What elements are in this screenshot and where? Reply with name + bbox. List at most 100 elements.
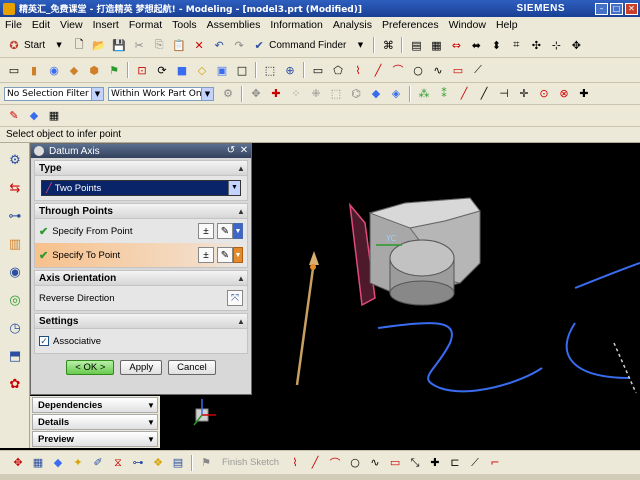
specify-from-point-row[interactable]: ✔ Specify From Point ± ✎ ▼ xyxy=(35,219,247,243)
orient-icon[interactable]: ⬌ xyxy=(468,37,484,53)
body-select-icon[interactable]: ◆ xyxy=(368,86,384,102)
rectangle-icon[interactable]: ▭ xyxy=(310,62,326,78)
target-icon[interactable]: ✚ xyxy=(268,86,284,102)
move-icon[interactable]: ✥ xyxy=(568,37,584,53)
point-icon[interactable]: ⊕ xyxy=(282,62,298,78)
arc-icon[interactable]: ⌒ xyxy=(327,455,343,471)
mirror-icon[interactable]: ⧖ xyxy=(110,455,126,471)
finish-sketch-button[interactable]: Finish Sketch xyxy=(222,457,279,468)
part-icon[interactable]: ◆ xyxy=(50,455,66,471)
analysis-icon[interactable]: ⬍ xyxy=(488,37,504,53)
face-select-icon[interactable]: ◈ xyxy=(388,86,404,102)
part-icon[interactable]: ◆ xyxy=(26,108,42,124)
sketch-curve[interactable] xyxy=(565,322,631,379)
reverse-direction-button[interactable]: ⤧ xyxy=(227,290,243,306)
inferred-point-button[interactable]: ✎ xyxy=(217,247,233,263)
reuse-library-icon[interactable]: ▥ xyxy=(4,233,26,255)
preview-panel[interactable]: Preview ▼ xyxy=(32,431,158,447)
delete-icon[interactable]: ✕ xyxy=(191,37,207,53)
menu-insert[interactable]: Insert xyxy=(88,19,124,31)
paste-icon[interactable]: 📋 xyxy=(171,37,187,53)
table-icon[interactable]: ▤ xyxy=(170,455,186,471)
system-materials-icon[interactable]: ⬒ xyxy=(4,345,26,367)
arc-icon[interactable]: ⌒ xyxy=(390,62,406,78)
menu-analysis[interactable]: Analysis xyxy=(328,19,377,31)
new-file-icon[interactable]: 🗋 xyxy=(71,37,87,53)
revolve-icon[interactable]: ◉ xyxy=(46,62,62,78)
apply-button[interactable]: Apply xyxy=(120,360,163,375)
open-folder-icon[interactable]: 📂 xyxy=(91,37,107,53)
datum-axis-preview[interactable] xyxy=(295,260,316,386)
components-icon[interactable]: ❖ xyxy=(150,455,166,471)
layer-icon[interactable]: ▦ xyxy=(428,37,444,53)
ok-button[interactable]: < OK > xyxy=(66,360,115,375)
web-browser-icon[interactable]: ◉ xyxy=(4,261,26,283)
associative-checkbox[interactable]: ✓ xyxy=(39,336,49,346)
menu-file[interactable]: File xyxy=(0,19,27,31)
menu-assemblies[interactable]: Assemblies xyxy=(202,19,266,31)
save-icon[interactable]: 💾 xyxy=(111,37,127,53)
filter-icon[interactable]: ⚙ xyxy=(220,86,236,102)
specify-to-point-row[interactable]: ✔ Specify To Point ± ✎ ▼ xyxy=(35,243,247,267)
snap-tangent-icon[interactable]: ⊣ xyxy=(496,86,512,102)
trim-icon[interactable]: ⟋ xyxy=(467,455,483,471)
dialog-title-bar[interactable]: Datum Axis ↺ ✕ xyxy=(31,144,251,158)
maximize-button[interactable]: □ xyxy=(610,2,623,15)
background-icon[interactable]: □ xyxy=(234,62,250,78)
snap-center-icon[interactable]: ⊙ xyxy=(536,86,552,102)
constraint-icon[interactable]: ⊶ xyxy=(130,455,146,471)
undo-icon[interactable]: ↶ xyxy=(211,37,227,53)
close-icon[interactable]: ✕ xyxy=(238,145,250,157)
settings-header[interactable]: Settings ▲ xyxy=(35,314,247,329)
menu-help[interactable]: Help xyxy=(491,19,523,31)
cancel-button[interactable]: Cancel xyxy=(168,360,216,375)
lasso-icon[interactable]: ⌬ xyxy=(348,86,364,102)
menu-tools[interactable]: Tools xyxy=(167,19,202,31)
rectangle-icon[interactable]: ▭ xyxy=(387,455,403,471)
point-icon[interactable]: ✚ xyxy=(427,455,443,471)
selection-filter-select[interactable]: No Selection Filter ▼ xyxy=(4,86,104,101)
fit-icon[interactable]: ⊡ xyxy=(134,62,150,78)
profile-icon[interactable]: ⌇ xyxy=(350,62,366,78)
finish-sketch-icon[interactable]: ⚑ xyxy=(198,455,214,471)
shaded-icon[interactable]: ■ xyxy=(174,62,190,78)
line-icon[interactable]: ╱ xyxy=(370,62,386,78)
clock-icon[interactable]: ◷ xyxy=(4,317,26,339)
grid-icon[interactable]: ⌗ xyxy=(508,37,524,53)
measure-icon[interactable]: ⇔ xyxy=(448,37,464,53)
solid-body[interactable] xyxy=(368,197,481,306)
sketch-icon[interactable]: ▭ xyxy=(6,62,22,78)
rotate-icon[interactable]: ⟳ xyxy=(154,62,170,78)
table-grid-icon[interactable]: ▦ xyxy=(46,108,62,124)
snap-point-icon[interactable]: ✚ xyxy=(576,86,592,102)
start-button[interactable]: Start xyxy=(24,40,45,51)
cut-icon[interactable]: ✂ xyxy=(131,37,147,53)
select-icon[interactable]: ⬚ xyxy=(262,62,278,78)
through-points-header[interactable]: Through Points ▲ xyxy=(35,204,247,219)
selection-scope-select[interactable]: Within Work Part Only ▼ xyxy=(108,86,214,101)
menu-view[interactable]: View xyxy=(55,19,88,31)
snap-intersect-icon[interactable]: ✛ xyxy=(516,86,532,102)
circle-icon[interactable]: ○ xyxy=(410,62,426,78)
cylinder-icon[interactable]: ⬢ xyxy=(86,62,102,78)
extrude-icon[interactable]: ▮ xyxy=(26,62,42,78)
snap-line-icon[interactable]: ╱ xyxy=(456,86,472,102)
trim-icon[interactable]: ⟋ xyxy=(470,62,486,78)
details-panel[interactable]: Details ▼ xyxy=(32,414,158,430)
menu-format[interactable]: Format xyxy=(124,19,167,31)
type-group-header[interactable]: Type ▲ xyxy=(35,161,247,176)
close-button[interactable]: ✕ xyxy=(625,2,638,15)
menu-window[interactable]: Window xyxy=(444,19,491,31)
snap-end-icon[interactable]: ⁂ xyxy=(416,86,432,102)
sketch-curve[interactable] xyxy=(377,322,543,393)
layout-icon[interactable]: ▦ xyxy=(30,455,46,471)
rect-sketch-icon[interactable]: ▭ xyxy=(450,62,466,78)
assembly-icon[interactable]: ✦ xyxy=(70,455,86,471)
snap-mid-icon[interactable]: ⁑ xyxy=(436,86,452,102)
roles-icon[interactable]: ✿ xyxy=(4,373,26,395)
offset-icon[interactable]: ⊏ xyxy=(447,455,463,471)
chevron-down-icon[interactable]: ▼ xyxy=(233,223,243,239)
redo-icon[interactable]: ↷ xyxy=(231,37,247,53)
snap-perp-icon[interactable]: ╱ xyxy=(476,86,492,102)
dimension-icon[interactable]: ⤡ xyxy=(407,455,423,471)
